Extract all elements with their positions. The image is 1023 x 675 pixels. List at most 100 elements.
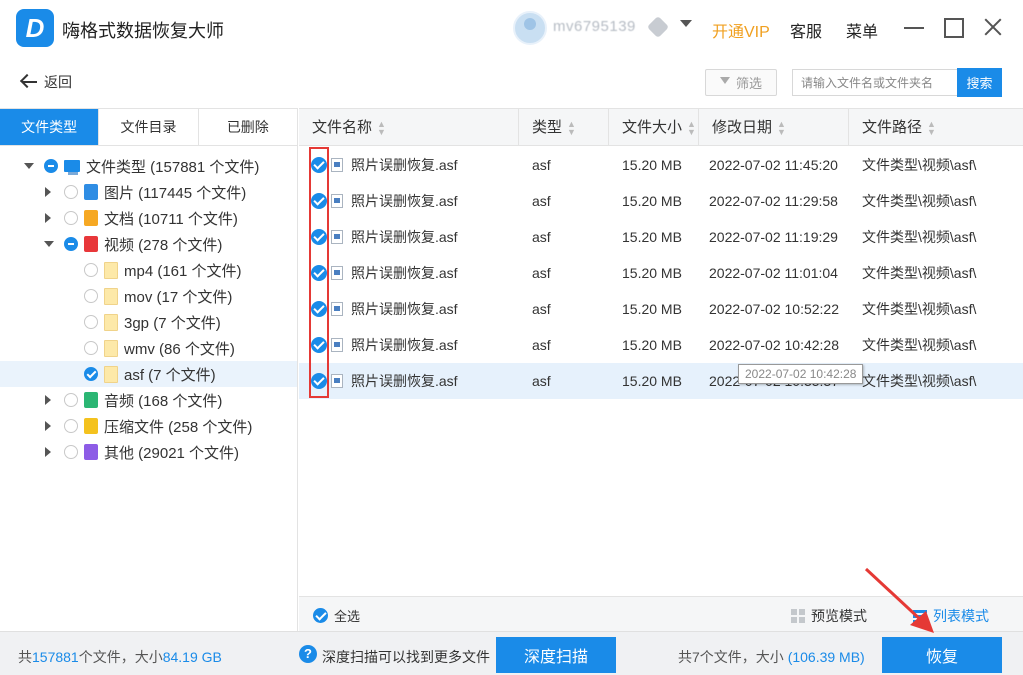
username[interactable]: mv6795139 [553,18,636,35]
column-header-date[interactable]: 修改日期 ▲ ▼ [699,109,849,146]
tree-node[interactable]: 图片 (117445 个文件) [0,179,297,205]
tree-node-label: wmv (86 个文件) [124,340,235,358]
modified-date-cell: 2022-07-02 10:52:22 [709,301,839,317]
tree-node[interactable]: 文档 (10711 个文件) [0,205,297,231]
tree-node-checkbox[interactable] [64,419,78,433]
user-avatar[interactable] [513,11,547,45]
file-path-cell: 文件类型\视频\asf\ [862,229,977,245]
tree-node-checkbox[interactable] [64,393,78,407]
open-vip-link[interactable]: 开通VIP [712,18,770,42]
table-header: 文件名称 ▲ ▼ 类型 ▲ ▼ 文件大小 ▲ ▼ 修改日期 ▲ ▼ 文件路径 ▲ ▼ [299,109,1023,146]
sort-icon: ▲ ▼ [567,119,576,138]
collapse-icon[interactable] [24,161,34,171]
app-logo-icon: D [16,9,54,47]
close-icon[interactable] [982,16,1004,38]
folder-icon [104,339,118,357]
menu-link[interactable]: 菜单 [846,18,878,42]
tree-node[interactable]: mp4 (161 个文件) [0,257,297,283]
tree-node-checkbox[interactable] [64,237,78,251]
table-row[interactable]: 照片误删恢复.asf asf 15.20 MB 2022-07-02 10:52:22… [299,291,1023,327]
tree-node-checkbox[interactable] [64,445,78,459]
tree-node[interactable]: wmv (86 个文件) [0,335,297,361]
tab-deleted[interactable]: 已删除 [198,109,297,145]
tree-node[interactable]: 其他 (29021 个文件) [0,439,297,465]
file-size-cell: 15.20 MB [622,229,682,245]
video-icon [84,236,98,252]
back-button[interactable]: 返回 [20,72,72,92]
table-row[interactable]: 照片误删恢复.asf asf 15.20 MB 2022-07-02 11:45:20… [299,147,1023,183]
tab-file-directory[interactable]: 文件目录 [99,109,199,145]
expand-icon[interactable] [44,187,54,197]
file-type-cell: asf [532,229,551,245]
tree-node-checkbox[interactable] [84,263,98,277]
table-row[interactable]: 照片误删恢复.asf asf 15.20 MB 2022-07-02 11:29:58… [299,183,1023,219]
folder-icon [104,261,118,279]
video-file-icon [331,338,343,352]
file-name-cell: 照片误删恢复.asf [351,157,458,173]
tree-node-checkbox[interactable] [64,185,78,199]
expand-icon[interactable] [44,447,54,457]
folder-icon [104,313,118,331]
tree-node[interactable]: 文件类型 (157881 个文件) [0,153,297,179]
tree-node[interactable]: 视频 (278 个文件) [0,231,297,257]
app-title: 嗨格式数据恢复大师 [62,21,224,41]
collapse-icon[interactable] [44,239,54,249]
tree-node-checkbox[interactable] [84,315,98,329]
table-row[interactable]: 照片误删恢复.asf asf 15.20 MB 2022-07-02 10:42:28… [299,327,1023,363]
tree-node-checkbox[interactable] [64,211,78,225]
expand-icon[interactable] [44,213,54,223]
tree-node[interactable]: 3gp (7 个文件) [0,309,297,335]
table-row[interactable]: 照片误删恢复.asf asf 15.20 MB 2022-07-02 11:01:04… [299,255,1023,291]
file-name-cell: 照片误删恢复.asf [351,193,458,209]
file-type-cell: asf [532,265,551,281]
select-all-check-icon [313,608,328,623]
tree-node[interactable]: asf (7 个文件) [0,361,297,387]
file-type-cell: asf [532,373,551,389]
column-header-path[interactable]: 文件路径 ▲ ▼ [849,109,1023,146]
customer-service-link[interactable]: 客服 [790,18,822,42]
image-icon [84,184,98,200]
expand-icon[interactable] [44,421,54,431]
tree-node[interactable]: 压缩文件 (258 个文件) [0,413,297,439]
filter-button[interactable]: 筛选 [705,69,777,96]
select-all-checkbox[interactable]: 全选 [313,606,360,625]
minimize-icon[interactable] [903,16,925,38]
maximize-icon[interactable] [942,16,964,38]
tree-node-checkbox[interactable] [44,159,58,173]
file-type-cell: asf [532,337,551,353]
expand-icon[interactable] [44,395,54,405]
deep-scan-button[interactable]: 深度扫描 [496,637,616,673]
column-header-size[interactable]: 文件大小 ▲ ▼ [609,109,699,146]
search-input[interactable] [792,69,958,96]
left-panel: 文件类型 文件目录 已删除 文件类型 (157881 个文件) 图片 (11744… [0,108,298,631]
filter-label: 筛选 [735,76,762,91]
sort-icon: ▲ ▼ [377,119,386,138]
deep-scan-hint: 深度扫描可以找到更多文件 [322,649,490,665]
document-icon [84,210,98,226]
tree-node-label: 其他 (29021 个文件) [104,444,240,462]
file-size-cell: 15.20 MB [622,157,682,173]
file-path-cell: 文件类型\视频\asf\ [862,373,977,389]
help-icon[interactable]: ? [299,645,317,663]
checkbox-highlight-box [309,147,329,398]
table-row[interactable]: 照片误删恢复.asf asf 15.20 MB 2022-07-02 11:19:29… [299,219,1023,255]
tree-node[interactable]: 音频 (168 个文件) [0,387,297,413]
tree-node-checkbox[interactable] [84,367,98,381]
title-bar: D 嗨格式数据恢复大师 mv6795139 开通VIP 客服 菜单 [0,0,1023,56]
column-header-type[interactable]: 类型 ▲ ▼ [519,109,609,146]
modified-date-cell: 2022-07-02 11:19:29 [709,229,838,245]
recover-button[interactable]: 恢复 [882,637,1002,673]
tree-node-checkbox[interactable] [84,341,98,355]
file-size-cell: 15.20 MB [622,193,682,209]
preview-mode-button[interactable]: 预览模式 [791,606,867,626]
tree-node[interactable]: mov (17 个文件) [0,283,297,309]
column-header-name[interactable]: 文件名称 ▲ ▼ [299,109,519,146]
table-row[interactable]: 照片误删恢复.asfasf15.20 MB2022-07-02 10:35:37… [299,363,1023,399]
back-arrow-icon [20,73,38,91]
account-dropdown-icon[interactable] [680,20,692,27]
video-file-icon [331,194,343,208]
tree-node-checkbox[interactable] [84,289,98,303]
annotation-arrow-icon [864,567,934,633]
tab-file-type[interactable]: 文件类型 [0,109,100,145]
search-button[interactable]: 搜索 [957,68,1002,97]
